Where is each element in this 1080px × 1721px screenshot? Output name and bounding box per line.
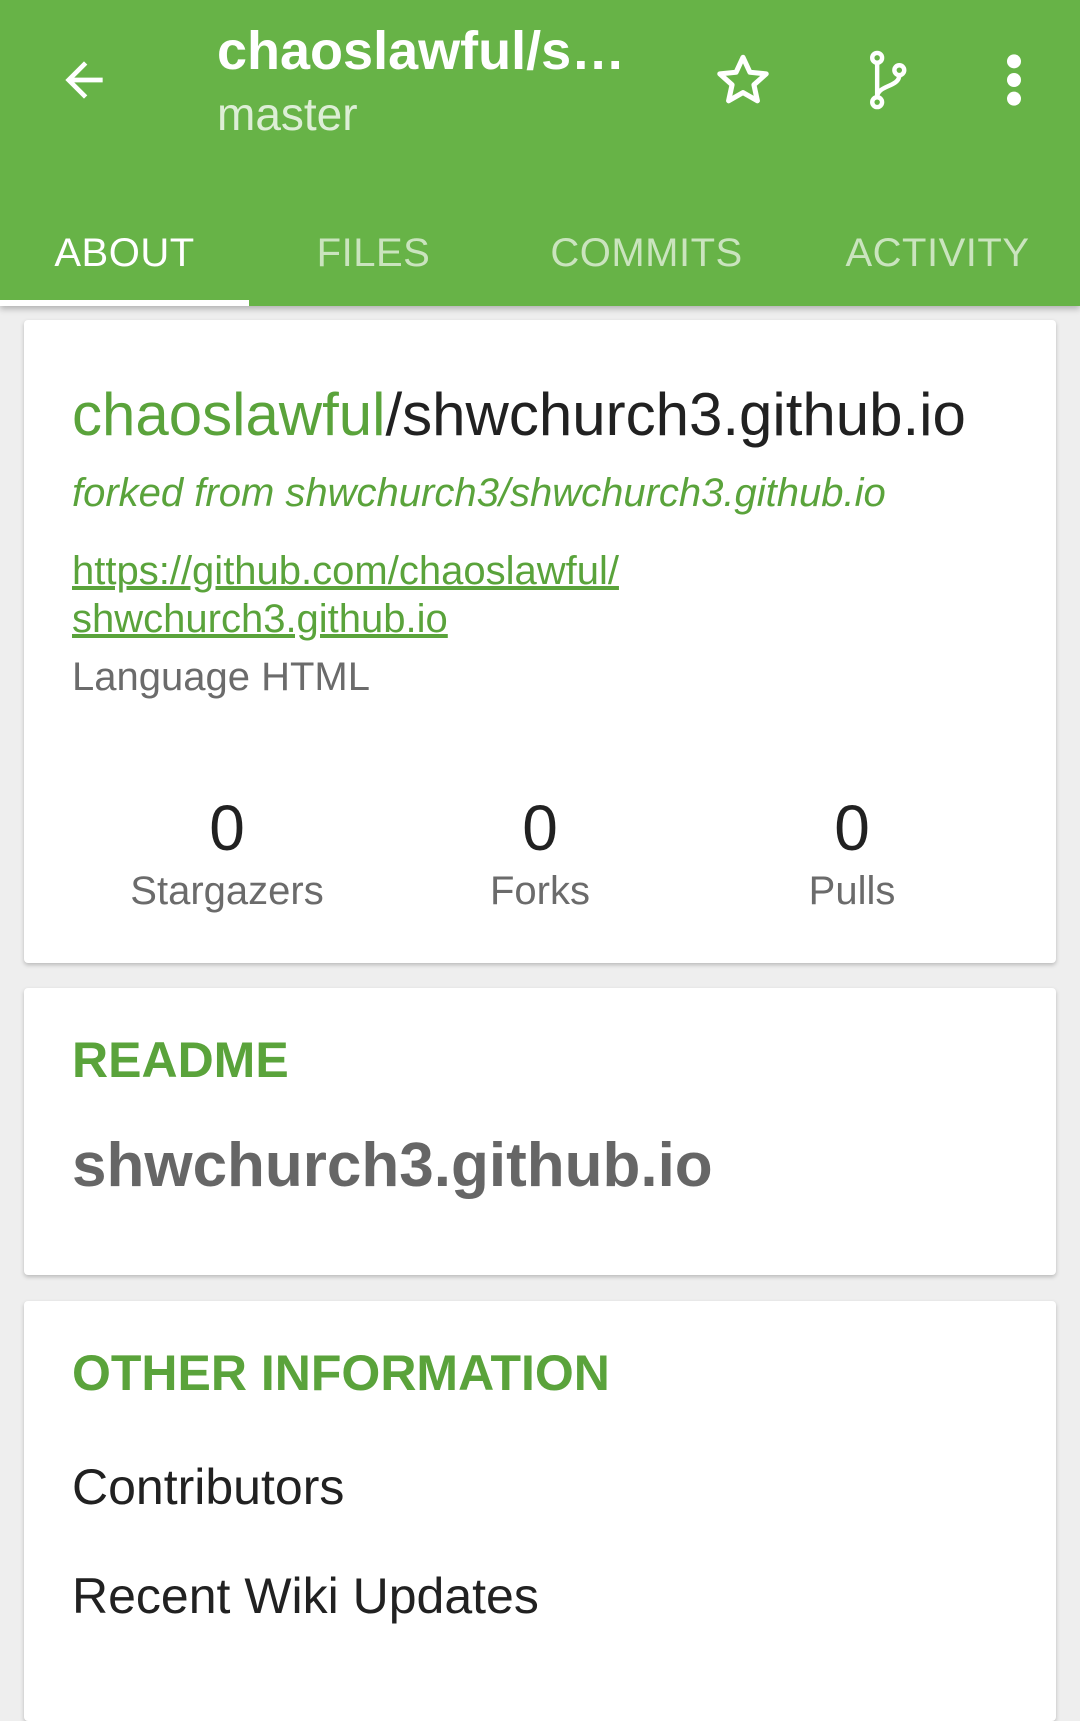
stat-pulls[interactable]: 0 Pulls: [702, 790, 1002, 916]
tab-files[interactable]: FILES: [249, 200, 498, 306]
branch-subtitle: master: [217, 88, 358, 140]
other-info-card: OTHER INFORMATION Contributors Recent Wi…: [24, 1301, 1056, 1721]
recent-wiki-updates-item[interactable]: Recent Wiki Updates: [72, 1564, 1008, 1628]
repo-info-card: chaoslawful/shwchurch3.github.io forked …: [24, 320, 1056, 963]
readme-title: shwchurch3.github.io: [72, 1131, 713, 1200]
repo-title: chaoslawful/s…: [217, 21, 626, 81]
tab-activity[interactable]: ACTIVITY: [795, 200, 1080, 306]
readme-header: README: [72, 1032, 289, 1088]
tab-bar: ABOUT FILES COMMITS ACTIVITY: [0, 200, 1080, 306]
readme-card[interactable]: README shwchurch3.github.io: [24, 988, 1056, 1275]
arrow-back-icon: [65, 61, 103, 99]
contributors-item[interactable]: Contributors: [72, 1455, 1008, 1519]
tab-about[interactable]: ABOUT: [0, 200, 249, 306]
more-vert-icon: [1007, 54, 1021, 106]
forks-count: 0: [522, 792, 558, 864]
repo-full-name: chaoslawful/shwchurch3.github.io: [72, 375, 1008, 455]
repo-url-line-2: shwchurch3.github.io: [72, 597, 448, 641]
star-button[interactable]: [703, 44, 783, 116]
other-info-header: OTHER INFORMATION: [72, 1345, 610, 1401]
back-button[interactable]: [48, 44, 120, 116]
stargazers-label: Stargazers: [130, 869, 324, 913]
app-bar: chaoslawful/s… master ABOUT FILES COMMIT…: [0, 0, 1080, 306]
branch-button[interactable]: [847, 44, 927, 116]
forks-label: Forks: [490, 869, 590, 913]
branch-icon: [870, 50, 907, 110]
title-block: chaoslawful/s… master: [217, 18, 657, 142]
forked-from-link[interactable]: forked from shwchurch3/shwchurch3.github…: [72, 467, 1008, 519]
repo-url-line-1: https://github.com/chaoslawful/: [72, 549, 619, 593]
repo-name: /shwchurch3.github.io: [385, 381, 966, 448]
language-label: Language HTML: [72, 655, 370, 699]
pulls-count: 0: [834, 792, 870, 864]
stat-stargazers[interactable]: 0 Stargazers: [77, 790, 377, 916]
tab-commits[interactable]: COMMITS: [498, 200, 795, 306]
stargazers-count: 0: [209, 792, 245, 864]
star-outline-icon: [717, 54, 769, 104]
repo-owner-link[interactable]: chaoslawful: [72, 381, 386, 448]
overflow-menu-button[interactable]: [974, 44, 1054, 116]
stat-forks[interactable]: 0 Forks: [390, 790, 690, 916]
pulls-label: Pulls: [808, 869, 896, 913]
repo-url-link[interactable]: https://github.com/chaoslawful/ shwchurc…: [72, 547, 1008, 643]
